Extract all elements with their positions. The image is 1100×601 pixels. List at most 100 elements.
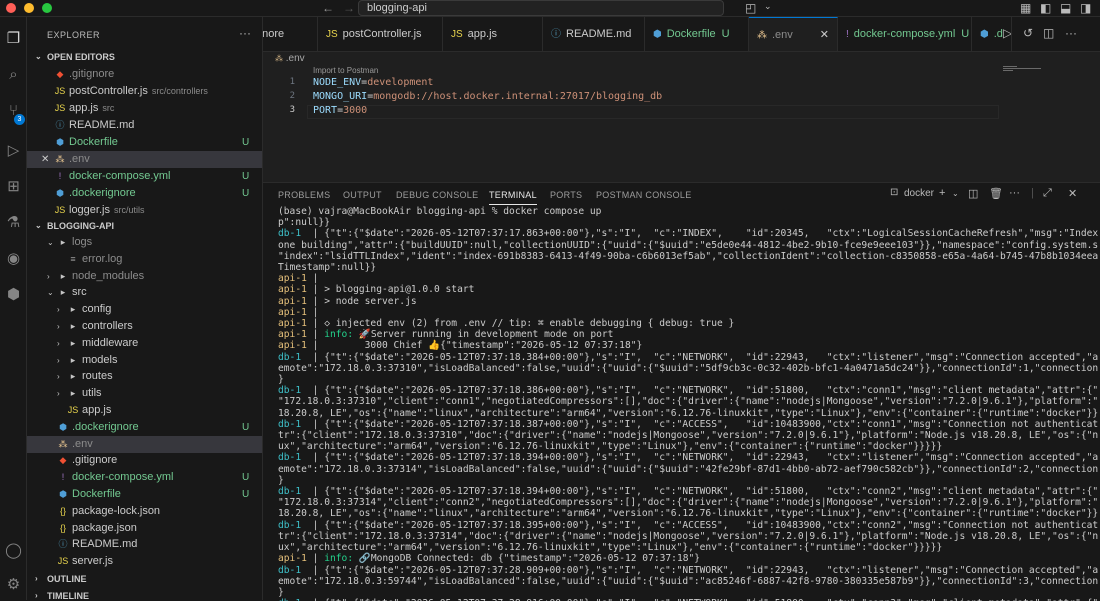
command-center-search[interactable]: blogging-api <box>358 0 724 16</box>
chevron-down-icon[interactable]: ⌄ <box>47 234 54 251</box>
panel-more-icon[interactable]: ··· <box>1009 187 1020 199</box>
open-editor-item[interactable]: JS logger.js src/utils <box>27 202 262 219</box>
split-terminal-icon[interactable]: ◫ <box>968 187 978 200</box>
editor-tab[interactable]: JS app.js <box>443 17 543 51</box>
postman-icon[interactable]: ◉ <box>4 249 23 268</box>
panel-tab-postman-console[interactable]: POSTMAN CONSOLE <box>596 189 692 205</box>
open-editor-item[interactable]: ⬢ .dockerignore U <box>27 185 262 202</box>
file-item[interactable]: ! docker-compose.yml U <box>27 469 262 486</box>
terminal-name[interactable]: docker <box>904 188 934 199</box>
close-tab-icon[interactable]: ✕ <box>820 18 829 51</box>
open-editor-item[interactable]: ✕ ⁂ .env <box>27 151 262 168</box>
code-line[interactable]: PORT=3000 <box>313 105 367 116</box>
open-editor-item[interactable]: ◆ .gitignore <box>27 66 262 83</box>
copilot-icon[interactable]: ◰ <box>745 1 756 15</box>
panel-tab-terminal[interactable]: TERMINAL <box>489 189 537 205</box>
new-terminal-icon[interactable]: + <box>939 187 945 199</box>
split-editor-icon[interactable]: ◫ <box>1043 26 1054 40</box>
folder-item[interactable]: › ▸ models <box>27 352 262 369</box>
minimap[interactable] <box>1003 66 1063 71</box>
file-item[interactable]: ⬢ .dockerignore U <box>27 419 262 436</box>
outline-header[interactable]: › OUTLINE <box>27 572 262 586</box>
chevron-right-icon[interactable]: › <box>57 352 60 369</box>
back-arrow-icon[interactable]: ← <box>322 1 334 15</box>
toggle-secondary-sidebar-icon[interactable]: ◨ <box>1080 1 1091 15</box>
open-editor-item[interactable]: JS postController.js src/controllers <box>27 83 262 100</box>
zoom-window-button[interactable] <box>42 3 52 13</box>
chevron-right-icon[interactable]: › <box>57 385 60 402</box>
code-editor[interactable]: ⁂ .env Import to Postman 1 NODE_ENV=devel… <box>263 52 1100 182</box>
run-debug-icon[interactable]: ▷ <box>4 141 23 160</box>
more-actions-icon[interactable]: ··· <box>239 26 251 40</box>
close-panel-icon[interactable]: ✕ <box>1068 187 1077 200</box>
explorer-icon[interactable]: ❐ <box>4 29 23 48</box>
timeline-header[interactable]: › TIMELINE <box>27 589 262 600</box>
code-line[interactable]: NODE_ENV=development <box>313 77 433 88</box>
close-icon[interactable]: ✕ <box>41 151 49 168</box>
file-name: README.md <box>69 117 134 134</box>
minimize-window-button[interactable] <box>24 3 34 13</box>
close-window-button[interactable] <box>6 3 16 13</box>
panel-tab-output[interactable]: OUTPUT <box>343 189 382 205</box>
folder-item[interactable]: › ▸ config <box>27 301 262 318</box>
chevron-down-icon[interactable]: ⌄ <box>47 284 54 301</box>
customize-layout-icon[interactable]: ▦ <box>1020 1 1031 15</box>
file-item[interactable]: ⓘ README.md <box>27 536 262 553</box>
file-item[interactable]: JS server.js <box>27 553 262 570</box>
code-line[interactable]: MONGO_URI=mongodb://host.docker.internal… <box>313 91 662 102</box>
open-editor-item[interactable]: ⓘ README.md <box>27 117 262 134</box>
folder-item[interactable]: › ▸ utils <box>27 385 262 402</box>
open-editor-item[interactable]: JS app.js src <box>27 100 262 117</box>
editor-tab[interactable]: ⬢ .d <box>972 17 1012 51</box>
open-editor-item[interactable]: ⬢ Dockerfile U <box>27 134 262 151</box>
toggle-sidebar-icon[interactable]: ◧ <box>1040 1 1051 15</box>
chevron-right-icon[interactable]: › <box>57 335 60 352</box>
import-to-postman-link[interactable]: Import to Postman <box>313 66 378 75</box>
editor-tab[interactable]: ⬢ Dockerfile U <box>645 17 749 51</box>
settings-gear-icon[interactable]: ⚙ <box>4 575 23 594</box>
open-editor-item[interactable]: ! docker-compose.yml U <box>27 168 262 185</box>
file-item[interactable]: ◆ .gitignore <box>27 452 262 469</box>
panel-tab-ports[interactable]: PORTS <box>550 189 582 205</box>
toggle-panel-icon[interactable]: ⬓ <box>1060 1 1071 15</box>
folder-item[interactable]: ⌄ ▸ src <box>27 284 262 301</box>
testing-icon[interactable]: ⚗ <box>4 213 23 232</box>
open-editors-header[interactable]: ⌄ OPEN EDITORS <box>27 50 262 64</box>
file-item[interactable]: JS app.js <box>27 402 262 419</box>
extensions-icon[interactable]: ⊞ <box>4 177 23 196</box>
file-item[interactable]: {} package.json <box>27 520 262 537</box>
breadcrumb[interactable]: ⁂ .env <box>275 52 305 66</box>
forward-arrow-icon[interactable]: → <box>343 1 355 15</box>
folder-item[interactable]: › ▸ middleware <box>27 335 262 352</box>
file-item[interactable]: ⁂ .env <box>27 435 262 453</box>
chevron-down-icon[interactable]: ⌄ <box>764 1 772 12</box>
editor-more-icon[interactable]: ··· <box>1065 26 1077 40</box>
project-header[interactable]: ⌄ BLOGGING-API <box>27 219 262 233</box>
trash-icon[interactable]: 🗑 <box>989 187 1003 200</box>
file-item[interactable]: ≡ error.log <box>27 251 262 268</box>
maximize-panel-icon[interactable]: ⤢ <box>1043 187 1052 200</box>
editor-tab[interactable]: ⁂ .env ✕ <box>749 17 838 51</box>
chevron-right-icon[interactable]: › <box>57 301 60 318</box>
history-icon[interactable]: ↺ <box>1023 26 1033 40</box>
file-item[interactable]: {} package-lock.json <box>27 503 262 520</box>
editor-tab[interactable]: gnore <box>263 17 318 51</box>
terminal-output[interactable]: (base) vajra@MacBookAir blogging-api % d… <box>278 206 1098 601</box>
folder-item[interactable]: › ▸ controllers <box>27 318 262 335</box>
file-item[interactable]: ⬢ Dockerfile U <box>27 486 262 503</box>
docker-icon[interactable]: ⬢ <box>4 285 23 304</box>
chevron-right-icon[interactable]: › <box>47 268 50 285</box>
chevron-right-icon[interactable]: › <box>57 318 60 335</box>
editor-tab[interactable]: ! docker-compose.yml U <box>838 17 972 51</box>
folder-item[interactable]: › ▸ node_modules <box>27 268 262 285</box>
editor-tab[interactable]: ⓘ README.md <box>543 17 645 51</box>
panel-tab-debug-console[interactable]: DEBUG CONSOLE <box>396 189 478 205</box>
account-icon[interactable]: ◯ <box>4 541 23 560</box>
chevron-right-icon[interactable]: › <box>57 368 60 385</box>
editor-tab[interactable]: JS postController.js <box>318 17 443 51</box>
search-icon[interactable]: ⌕ <box>4 65 23 84</box>
chevron-down-icon[interactable]: ⌄ <box>952 189 959 198</box>
folder-item[interactable]: › ▸ routes <box>27 368 262 385</box>
folder-item[interactable]: ⌄ ▸ logs <box>27 234 262 251</box>
panel-tab-problems[interactable]: PROBLEMS <box>278 189 330 205</box>
